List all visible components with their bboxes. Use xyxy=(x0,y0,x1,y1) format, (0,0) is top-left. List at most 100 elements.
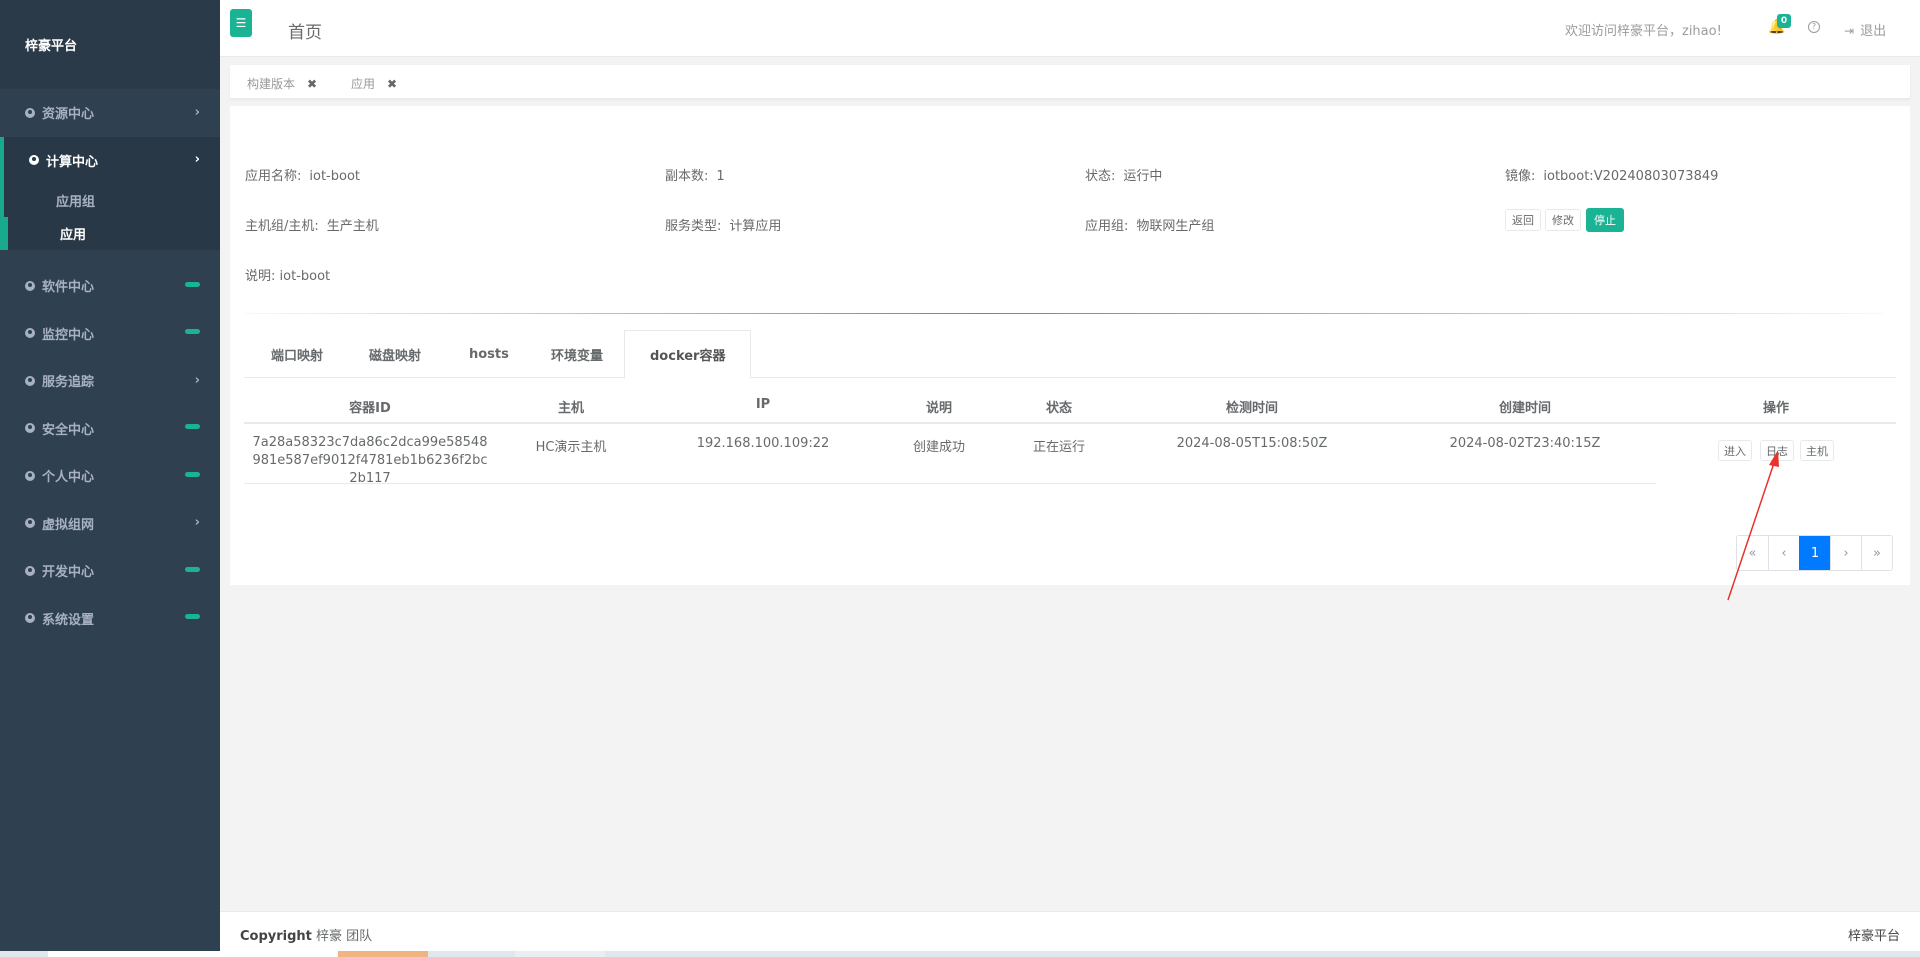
notification-badge: 0 xyxy=(1777,14,1791,28)
globe-icon xyxy=(25,375,35,386)
globe-icon xyxy=(25,613,35,624)
sidebar-item-label: 虚拟组网 xyxy=(42,517,95,533)
tab-env-vars[interactable]: 环境变量 xyxy=(551,330,603,378)
sidebar-item-tracing[interactable]: 服务追踪 › xyxy=(0,357,220,405)
enter-button[interactable]: 进入 xyxy=(1718,440,1752,461)
column-header[interactable]: IP xyxy=(756,397,770,412)
taskbar-segment xyxy=(338,951,428,957)
sidebar-item-dev[interactable]: 开发中心 xyxy=(0,547,220,595)
column-header[interactable]: 状态 xyxy=(1046,397,1072,416)
badge-bar xyxy=(185,424,200,430)
hamburger-icon: ☰ xyxy=(235,16,247,30)
chevron-right-icon: › xyxy=(194,104,200,120)
table-row: 7a28a58323c7da86c2dca99e58548981e587ef90… xyxy=(244,426,1656,486)
page-title: 首页 xyxy=(288,23,322,43)
current-page-button[interactable]: 1 xyxy=(1799,536,1830,570)
next-page-button[interactable]: › xyxy=(1830,536,1861,570)
cell-container-id: 7a28a58323c7da86c2dca99e58548981e587ef90… xyxy=(252,435,488,486)
prev-page-button[interactable]: ‹ xyxy=(1768,536,1799,570)
column-header[interactable]: 容器ID xyxy=(349,397,391,416)
logs-button[interactable]: 日志 xyxy=(1760,440,1794,461)
cell-ip: 192.168.100.109:22 xyxy=(696,436,830,451)
sidebar-item-label: 开发中心 xyxy=(42,565,95,581)
section-divider xyxy=(244,313,1884,314)
edit-button[interactable]: 修改 xyxy=(1545,209,1581,231)
pagination: « ‹ 1 › » xyxy=(1736,535,1893,571)
close-icon[interactable]: ✖ xyxy=(387,77,397,91)
column-header[interactable]: 创建时间 xyxy=(1499,397,1551,416)
first-page-button[interactable]: « xyxy=(1737,536,1768,570)
brand-logo[interactable]: 梓豪平台 xyxy=(0,0,220,89)
close-icon[interactable]: ✖ xyxy=(307,77,317,91)
page-tab-label: 构建版本 xyxy=(247,77,296,91)
globe-icon xyxy=(25,470,35,481)
tab-docker-containers[interactable]: docker容器 xyxy=(624,330,752,379)
badge-bar xyxy=(185,281,200,287)
info-app-group: 应用组: 物联网生产组 xyxy=(1085,219,1215,234)
badge-bar xyxy=(185,471,200,477)
sidebar-item-label: 个人中心 xyxy=(42,470,95,486)
cell-host: HC演示主机 xyxy=(535,440,607,455)
table-header: 容器ID 主机 IP 说明 状态 检测时间 创建时间 操作 xyxy=(244,386,1896,424)
sidebar-item-monitor[interactable]: 监控中心 xyxy=(0,310,220,358)
sidebar-item-label: 安全中心 xyxy=(42,422,95,438)
tab-disk-mapping[interactable]: 磁盘映射 xyxy=(369,330,421,378)
sidebar-item-settings[interactable]: 系统设置 xyxy=(0,595,220,643)
globe-icon xyxy=(29,155,39,166)
sidebar-subitem-app-group[interactable]: 应用组 xyxy=(4,184,220,217)
badge-bar xyxy=(185,614,200,620)
cell-desc: 创建成功 xyxy=(912,440,966,455)
sidebar-subitem-app[interactable]: 应用 xyxy=(0,217,220,250)
tab-hosts[interactable]: hosts xyxy=(469,330,509,378)
column-header[interactable]: 说明 xyxy=(926,397,952,416)
sign-out-icon: ⇥ xyxy=(1844,24,1855,38)
logout-label: 退出 xyxy=(1860,24,1887,39)
menu-toggle-button[interactable]: ☰ xyxy=(230,9,252,37)
host-button[interactable]: 主机 xyxy=(1800,440,1834,461)
welcome-message: 欢迎访问梓豪平台，zihao! xyxy=(1565,24,1722,39)
info-status: 状态: 运行中 xyxy=(1085,169,1163,184)
back-button[interactable]: 返回 xyxy=(1505,209,1541,231)
sidebar-item-software[interactable]: 软件中心 xyxy=(0,262,220,310)
sidebar-item-personal[interactable]: 个人中心 xyxy=(0,452,220,500)
copyright-text: Copyright 梓豪 团队 xyxy=(240,929,373,944)
badge-bar xyxy=(185,329,200,335)
sidebar-item-vnet[interactable]: 虚拟组网 › xyxy=(0,500,220,548)
top-navbar: ☰ 首页 欢迎访问梓豪平台，zihao! 🔔 0 ? ⇥ 退出 xyxy=(220,0,1920,57)
help-icon[interactable]: ? xyxy=(1808,21,1820,33)
page-tab-build-version[interactable]: 构建版本 ✖ xyxy=(247,75,317,92)
globe-icon xyxy=(25,107,35,118)
chevron-right-icon: › xyxy=(194,372,200,388)
page-tab-app[interactable]: 应用 ✖ xyxy=(351,75,397,92)
sidebar: 梓豪平台 资源中心 › 计算中心 › 应用组 应用 软件中心 监控中心 服务追踪… xyxy=(0,0,220,957)
globe-icon xyxy=(25,565,35,576)
column-header[interactable]: 检测时间 xyxy=(1226,397,1278,416)
globe-icon xyxy=(25,518,35,529)
taskbar-strip xyxy=(0,951,1920,957)
info-app-name: 应用名称: iot-boot xyxy=(245,169,361,184)
tab-port-mapping[interactable]: 端口映射 xyxy=(271,330,323,378)
stop-button[interactable]: 停止 xyxy=(1586,208,1624,232)
sidebar-item-security[interactable]: 安全中心 xyxy=(0,405,220,453)
footer: Copyright 梓豪 团队 梓豪平台 xyxy=(220,911,1920,951)
last-page-button[interactable]: » xyxy=(1861,536,1892,570)
logout-link[interactable]: ⇥ 退出 xyxy=(1844,20,1886,39)
column-header[interactable]: 主机 xyxy=(558,397,584,416)
column-header[interactable]: 操作 xyxy=(1763,397,1789,416)
footer-brand: 梓豪平台 xyxy=(1847,929,1900,944)
taskbar-segment xyxy=(515,951,605,957)
badge-bar xyxy=(185,566,200,572)
sidebar-item-compute[interactable]: 计算中心 › xyxy=(4,137,220,185)
sidebar-item-resource[interactable]: 资源中心 › xyxy=(0,89,220,137)
detail-tabs: 端口映射 磁盘映射 hosts 环境变量 docker容器 xyxy=(244,330,1896,379)
sidebar-item-label: 系统设置 xyxy=(42,612,95,628)
sidebar-item-label: 软件中心 xyxy=(42,280,95,296)
info-description: 说明: iot-boot xyxy=(245,269,331,284)
taskbar-segment xyxy=(48,951,338,957)
info-host: 主机组/主机: 生产主机 xyxy=(245,219,379,234)
info-image: 镜像: iotboot:V20240803073849 xyxy=(1505,169,1719,184)
info-service-type: 服务类型: 计算应用 xyxy=(665,219,782,234)
sidebar-item-label: 监控中心 xyxy=(42,327,95,343)
sidebar-item-label: 计算中心 xyxy=(46,154,99,170)
globe-icon xyxy=(25,280,35,291)
